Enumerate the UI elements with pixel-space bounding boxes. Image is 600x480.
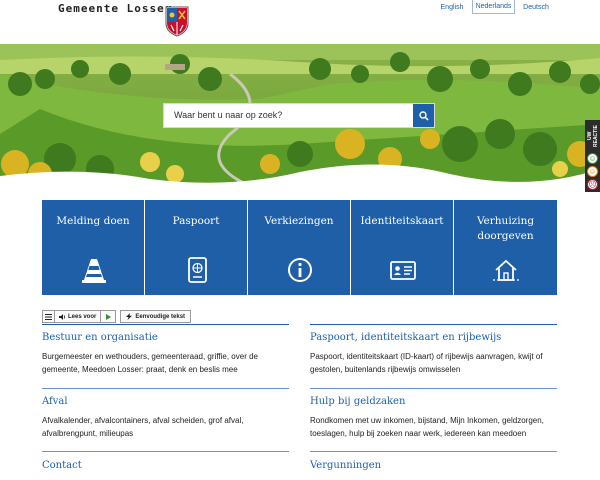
- category-title-bestuur[interactable]: Bestuur en organisatie: [42, 332, 158, 343]
- info-icon: [288, 258, 312, 282]
- sad-face-icon[interactable]: ☹: [587, 179, 598, 190]
- tile-verhuizing-doorgeven[interactable]: Verhuizing doorgeven: [454, 200, 557, 295]
- divider: [42, 324, 289, 325]
- passport-icon: [188, 257, 207, 283]
- readspeaker-toolbar: Lees voor Eenvoudige tekst: [42, 310, 192, 323]
- play-button[interactable]: [101, 311, 115, 322]
- traffic-cone-icon: [82, 259, 106, 283]
- category-title-vergunningen[interactable]: Vergunningen: [310, 460, 381, 471]
- house-move-icon: [493, 259, 519, 281]
- category-title-contact[interactable]: Contact: [42, 460, 82, 471]
- category-title-afval[interactable]: Afval: [42, 396, 68, 407]
- divider: [42, 388, 289, 389]
- speaker-icon: [59, 313, 66, 320]
- site-header: Gemeente Losser English Nederlands Deuts…: [0, 0, 600, 44]
- lightning-icon: [126, 313, 133, 320]
- language-nederlands[interactable]: Nederlands: [472, 0, 515, 14]
- tile-label: Paspoort: [172, 215, 220, 227]
- tile-melding-doen[interactable]: Melding doen: [42, 200, 145, 295]
- divider: [310, 388, 557, 389]
- simple-text-label: Eenvoudige tekst: [135, 313, 186, 320]
- tile-label: Verhuizing doorgeven: [476, 215, 535, 242]
- readspeaker-player: Lees voor: [42, 310, 117, 323]
- municipal-crest-icon[interactable]: [165, 6, 189, 37]
- search-input[interactable]: Waar bent u naar op zoek?: [174, 110, 282, 120]
- tile-verkiezingen[interactable]: Verkiezingen: [248, 200, 351, 295]
- divider: [310, 324, 557, 325]
- play-icon: [105, 313, 111, 320]
- happy-face-icon[interactable]: ☺: [587, 153, 598, 164]
- search-icon: [418, 110, 429, 121]
- listen-button[interactable]: Lees voor: [55, 311, 102, 322]
- feedback-label: UW REACTIE: [587, 125, 599, 147]
- category-description: Rondkomen met uw inkomen, bijstand, Mijn…: [310, 416, 544, 438]
- category-description: Afvalkalender, afvalcontainers, afval sc…: [42, 416, 244, 438]
- tile-paspoort[interactable]: Paspoort: [145, 200, 248, 295]
- simple-text-button[interactable]: Eenvoudige tekst: [120, 310, 192, 323]
- language-deutsch[interactable]: Deutsch: [520, 0, 552, 14]
- menu-icon[interactable]: [43, 311, 55, 322]
- top-tasks: Melding doen Paspoort Verkiezingen Ident…: [42, 200, 557, 295]
- tile-label: Verkiezingen: [264, 215, 334, 227]
- category-title-geldzaken[interactable]: Hulp bij geldzaken: [310, 396, 405, 407]
- divider: [42, 451, 289, 452]
- site-logo-text[interactable]: Gemeente Losser: [58, 2, 172, 15]
- tile-identiteitskaart[interactable]: Identiteitskaart: [351, 200, 454, 295]
- category-description: Burgemeester en wethouders, gemeenteraad…: [42, 352, 258, 374]
- search-button[interactable]: [413, 104, 434, 127]
- id-card-icon: [390, 261, 416, 280]
- category-title-paspoort[interactable]: Paspoort, identiteitskaart en rijbewijs: [310, 332, 501, 343]
- category-description: Paspoort, identiteitskaart (ID-kaart) of…: [310, 352, 543, 374]
- neutral-face-icon[interactable]: ☺: [587, 166, 598, 177]
- language-english[interactable]: English: [437, 0, 467, 14]
- tile-label: Identiteitskaart: [360, 215, 444, 227]
- feedback-widget[interactable]: UW REACTIE ☺ ☺ ☹: [585, 120, 600, 192]
- tile-label: Melding doen: [56, 215, 130, 227]
- divider: [310, 451, 557, 452]
- search-bar[interactable]: Waar bent u naar op zoek?: [163, 103, 435, 128]
- listen-label: Lees voor: [68, 313, 97, 320]
